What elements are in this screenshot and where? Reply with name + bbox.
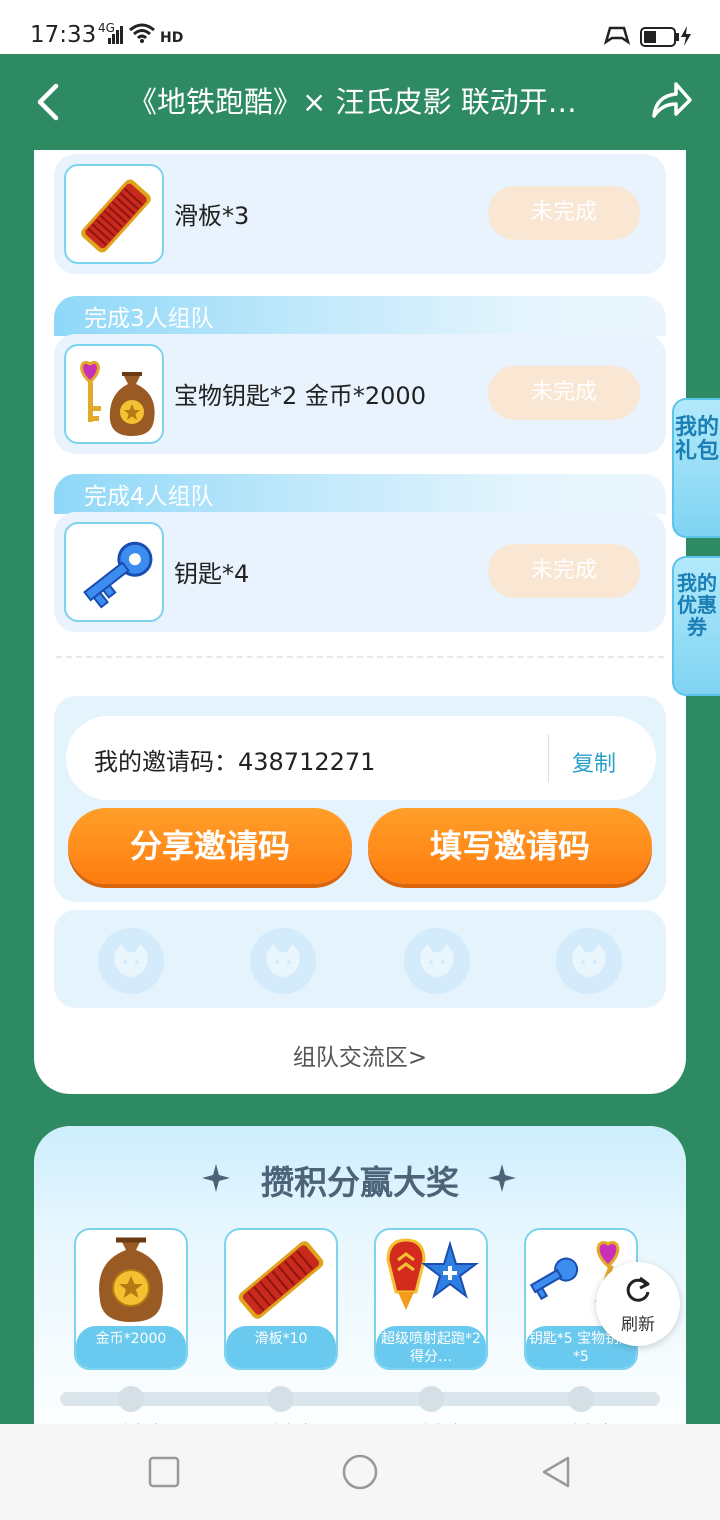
task-row: 钥匙*4 未完成 [54,512,666,632]
task-row: 宝物钥匙*2 金币*2000 未完成 [54,334,666,454]
system-nav-bar [0,1424,720,1520]
recents-icon[interactable] [146,1454,182,1490]
reward-item[interactable]: 滑板*10 [224,1228,338,1370]
empty-member-avatar[interactable] [556,928,622,994]
invite-panel: 我的邀请码：438712271 复制 分享邀请码 填写邀请码 [54,696,666,902]
task-reward-label: 滑板*3 [174,202,250,230]
task-tag-label: 完成4人组队 [84,484,214,510]
share-invite-code-button[interactable]: 分享邀请码 [68,808,352,884]
empty-member-avatar[interactable] [404,928,470,994]
fill-invite-code-button[interactable]: 填写邀请码 [368,808,652,884]
game-mode-icon [603,26,631,45]
charging-icon [681,26,691,46]
task-status-button[interactable]: 未完成 [488,366,640,420]
skateboard-icon [64,164,164,264]
empty-member-avatar[interactable] [250,928,316,994]
header: 《地铁跑酷》× 汪氏皮影 联动开… [0,54,720,150]
coin-bag-icon [99,1237,163,1322]
reward-title: 攒积分赢大奖 [261,1163,459,1202]
progress-milestone [118,1386,144,1412]
back-icon[interactable] [28,80,72,124]
invite-code-label: 我的邀请码：438712271 [94,748,376,776]
share-icon[interactable] [648,78,694,124]
points-reward-card: 攒积分赢大奖 金币*2000 滑板*10 超级喷射起跑*2 得分… 钥匙*5 宝… [34,1126,686,1446]
refresh-icon [626,1276,650,1302]
back-nav-icon[interactable] [538,1454,574,1490]
invite-code-field: 我的邀请码：438712271 复制 [66,716,656,800]
reward-label: 滑板*10 [226,1326,336,1368]
battery-icon [640,27,679,47]
progress-milestone [568,1386,594,1412]
page-title: 《地铁跑酷》× 汪氏皮影 联动开… [128,85,577,119]
skateboard-icon [238,1241,324,1319]
reward-label: 金币*2000 [76,1326,186,1368]
team-chat-link[interactable]: 组队交流区> [34,1038,686,1072]
task-tag: 完成4人组队 [54,474,666,514]
key-and-coin-bag-icon [64,344,164,444]
task-tag-label: 完成3人组队 [84,306,214,332]
divider [548,734,549,782]
reward-item[interactable]: 金币*2000 [74,1228,188,1370]
progress-milestone [268,1386,294,1412]
team-member-slots [54,910,666,1008]
refresh-label: 刷新 [621,1315,655,1335]
task-status-button[interactable]: 未完成 [488,186,640,240]
status-time: 17:33 [30,22,97,48]
jetpack-icon [386,1238,479,1310]
reward-label: 超级喷射起跑*2 得分… [376,1326,486,1368]
divider [56,656,664,658]
task-status-button[interactable]: 未完成 [488,544,640,598]
wifi-icon [129,23,155,43]
task-reward-label: 宝物钥匙*2 金币*2000 [174,382,426,410]
task-row: 滑板*3 未完成 [54,154,666,274]
reward-item[interactable]: 超级喷射起跑*2 得分… [374,1228,488,1370]
sparkle-icon [488,1164,516,1192]
blue-key-icon [64,522,164,622]
signal-icon [108,26,123,44]
copy-button[interactable]: 复制 [572,746,616,778]
task-reward-label: 钥匙*4 [174,560,250,588]
task-tag: 完成3人组队 [54,296,666,336]
refresh-button[interactable]: 刷新 [596,1262,680,1346]
my-gift-tab[interactable]: 我的礼包 [672,398,720,538]
my-coupon-tab[interactable]: 我的优惠券 [672,556,720,696]
hd-indicator: HD [160,30,184,46]
empty-member-avatar[interactable] [98,928,164,994]
status-bar: 17:33 4G HD [0,0,720,54]
progress-milestone [418,1386,444,1412]
home-icon[interactable] [340,1452,380,1492]
team-task-card: 滑板*3 未完成 完成3人组队 宝物钥匙*2 金币*2000 未完成 完成4人组… [34,150,686,1094]
